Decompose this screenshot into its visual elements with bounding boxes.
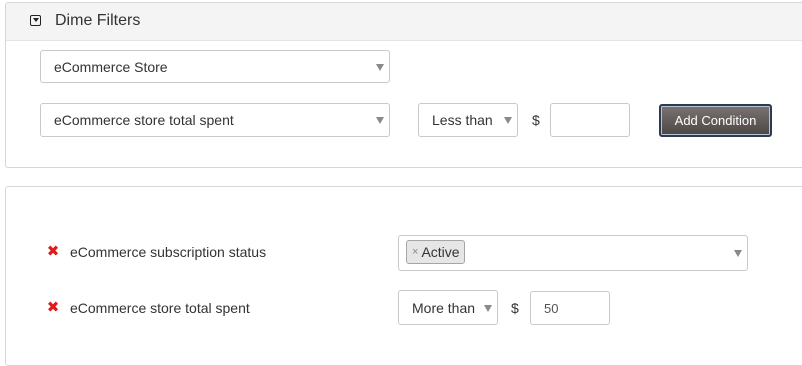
- remove-condition-icon[interactable]: ✖: [46, 244, 60, 259]
- condition-operator-select[interactable]: More than: [398, 290, 498, 325]
- remove-condition-icon[interactable]: ✖: [46, 300, 60, 315]
- collapse-toggle-icon[interactable]: [30, 15, 41, 26]
- add-condition-button[interactable]: Add Condition: [659, 104, 772, 137]
- selected-tag: × Active: [406, 240, 465, 264]
- currency-symbol: $: [511, 300, 519, 316]
- field-select-value: eCommerce store total spent: [54, 112, 234, 128]
- condition-value-input[interactable]: 50: [530, 291, 610, 325]
- chevron-down-icon: [376, 63, 384, 71]
- condition-label: eCommerce subscription status: [70, 244, 267, 260]
- condition-value: 50: [544, 300, 559, 316]
- chevron-down-icon: [734, 250, 742, 257]
- field-select[interactable]: eCommerce store total spent: [40, 103, 390, 137]
- chevron-down-icon: [376, 117, 384, 124]
- source-select-value: eCommerce Store: [54, 58, 168, 75]
- condition-operator-value: More than: [412, 299, 476, 316]
- condition-label: eCommerce store total spent: [70, 300, 250, 316]
- chevron-down-icon: [484, 304, 492, 312]
- panel-header[interactable]: Dime Filters: [6, 3, 802, 41]
- panel-title: Dime Filters: [55, 12, 141, 29]
- chevron-down-icon: [504, 117, 512, 124]
- operator-select[interactable]: Less than: [418, 103, 518, 137]
- conditions-panel: [5, 186, 802, 366]
- tag-label: Active: [421, 244, 460, 260]
- operator-select-value: Less than: [432, 112, 493, 128]
- source-select[interactable]: eCommerce Store: [40, 50, 390, 83]
- tag-remove-icon[interactable]: ×: [412, 246, 418, 258]
- dime-filters-panel: Dime Filters: [5, 2, 802, 168]
- currency-symbol: $: [532, 112, 540, 128]
- amount-input[interactable]: [550, 103, 630, 137]
